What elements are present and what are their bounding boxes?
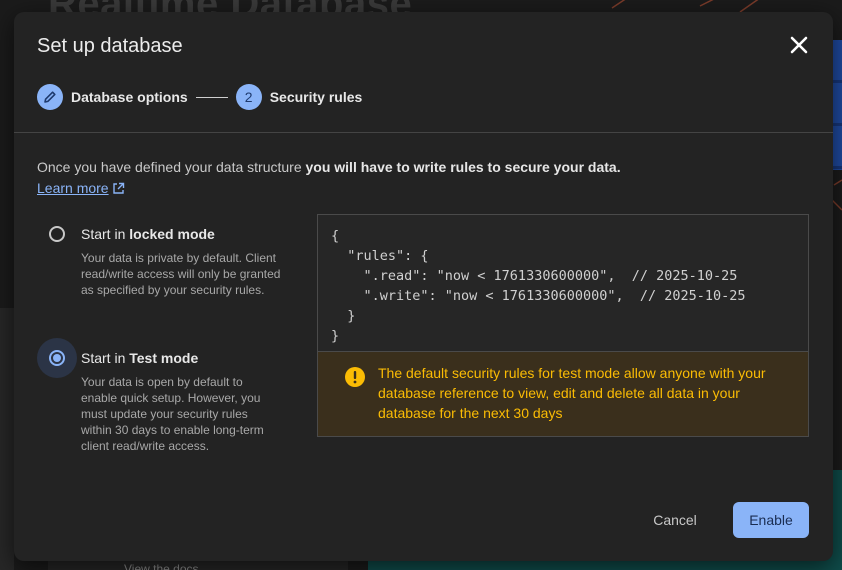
close-button[interactable] bbox=[787, 33, 811, 57]
setup-database-dialog: Set up database Database options 2 Secur… bbox=[14, 12, 833, 561]
locked-mode-title[interactable]: Start in locked mode bbox=[81, 226, 215, 242]
external-link-icon bbox=[112, 182, 124, 194]
step-2-number: 2 bbox=[244, 89, 253, 105]
locked-mode-radio[interactable] bbox=[37, 214, 77, 254]
intro-plain: Once you have defined your data structur… bbox=[37, 159, 306, 175]
rules-code-editor: { "rules": { ".read": "now < 17613306000… bbox=[317, 214, 809, 351]
rules-code: { "rules": { ".read": "now < 17613306000… bbox=[331, 228, 746, 344]
locked-mode-title-prefix: Start in bbox=[81, 226, 130, 242]
intro-text: Once you have defined your data structur… bbox=[37, 159, 621, 175]
background-strip bbox=[0, 308, 14, 570]
locked-mode-title-bold: locked mode bbox=[129, 226, 215, 242]
cancel-button[interactable]: Cancel bbox=[636, 502, 714, 538]
stepper: Database options 2 Security rules bbox=[37, 84, 362, 110]
step-1-indicator[interactable] bbox=[37, 84, 63, 110]
test-mode-option[interactable]: Start in Test mode Your data is open by … bbox=[37, 338, 287, 468]
learn-more-link[interactable]: Learn more bbox=[37, 180, 125, 196]
test-mode-description: Your data is open by default to enable q… bbox=[81, 375, 264, 453]
warning-banner: The default security rules for test mode… bbox=[317, 351, 809, 437]
locked-mode-option[interactable]: Start in locked mode Your data is privat… bbox=[37, 214, 287, 334]
test-mode-radio[interactable] bbox=[37, 338, 77, 378]
dialog-title: Set up database bbox=[37, 35, 183, 57]
test-mode-title[interactable]: Start in Test mode bbox=[81, 350, 198, 366]
warning-icon bbox=[345, 367, 365, 387]
step-2-indicator: 2 bbox=[235, 84, 262, 110]
intro-bold: you will have to write rules to secure y… bbox=[305, 159, 621, 175]
step-2-label: Security rules bbox=[269, 89, 363, 105]
close-icon bbox=[790, 36, 808, 54]
learn-more-label: Learn more bbox=[37, 180, 109, 196]
header-divider bbox=[14, 132, 833, 133]
step-connector bbox=[195, 96, 228, 98]
enable-button[interactable]: Enable bbox=[733, 502, 809, 538]
test-mode-title-prefix: Start in bbox=[81, 350, 130, 366]
locked-mode-description: Your data is private by default. Client … bbox=[81, 251, 281, 297]
test-mode-title-bold: Test mode bbox=[129, 350, 199, 366]
background-docs-link: View the docs bbox=[124, 562, 199, 570]
step-1-label[interactable]: Database options bbox=[71, 89, 188, 105]
warning-text: The default security rules for test mode… bbox=[378, 365, 766, 421]
pencil-icon bbox=[44, 91, 56, 103]
